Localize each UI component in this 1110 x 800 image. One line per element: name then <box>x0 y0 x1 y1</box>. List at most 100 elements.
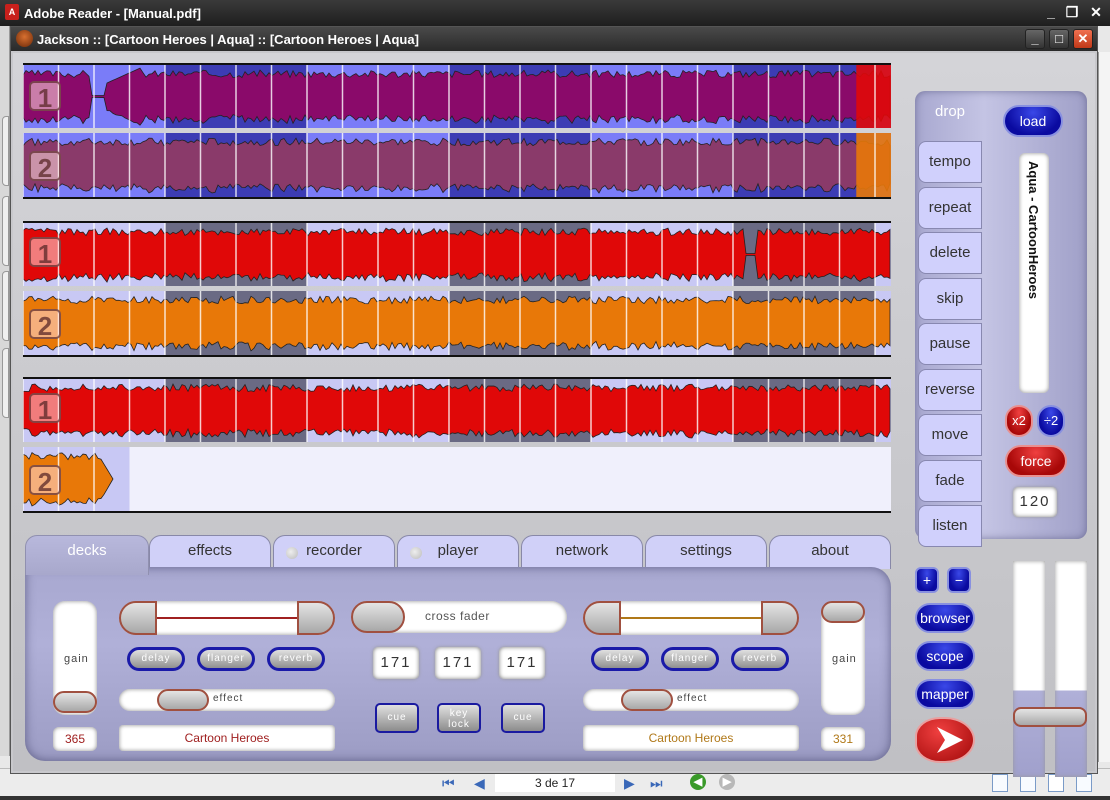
go-back-icon[interactable]: ◀ <box>690 774 706 790</box>
next-page-icon[interactable]: ▶ <box>624 775 635 791</box>
beat-b-track-1[interactable]: 1 <box>23 379 891 442</box>
left-cue-button[interactable]: cue <box>375 703 419 733</box>
right-effect-slider[interactable]: effect <box>583 689 799 711</box>
playhead-region <box>856 65 891 128</box>
overview-track-1[interactable]: 1 <box>23 65 891 128</box>
right-loop-start-handle[interactable] <box>583 601 621 635</box>
overview-track-2[interactable]: 2 <box>23 133 891 197</box>
go-forward-icon[interactable]: ▶ <box>719 774 735 790</box>
left-gain-handle[interactable] <box>53 691 97 713</box>
tab-player[interactable]: player <box>397 535 519 569</box>
status-led-icon <box>286 547 298 559</box>
zoom-in-button[interactable]: + <box>915 567 939 593</box>
cross-fader[interactable]: cross fader <box>351 601 567 633</box>
command-tempo[interactable]: tempo <box>918 141 982 183</box>
command-fade[interactable]: fade <box>918 459 982 502</box>
left-gain-value: 365 <box>53 727 97 751</box>
tab-settings[interactable]: settings <box>645 535 767 569</box>
tab-about[interactable]: about <box>769 535 891 569</box>
previous-page-icon[interactable]: ◀ <box>474 775 485 791</box>
outer-minimize-button[interactable]: _ <box>1041 3 1061 23</box>
right-flanger-button[interactable]: flanger <box>661 647 719 671</box>
command-skip[interactable]: skip <box>918 277 982 320</box>
beat-b-track-2[interactable]: 2 <box>23 447 891 511</box>
status-led-icon <box>410 547 422 559</box>
adobe-reader-icon: A <box>5 4 19 20</box>
single-page-view-icon[interactable] <box>992 774 1008 792</box>
tab-label: network <box>555 542 609 559</box>
tab-decks[interactable]: decks <box>25 535 149 575</box>
drop-zone[interactable]: drop <box>917 93 983 135</box>
pane-tab-bookmarks[interactable] <box>2 196 9 266</box>
loaded-track-title: Aqua - CartoonHeroes <box>1019 153 1049 393</box>
tab-effects[interactable]: effects <box>149 535 271 569</box>
beat-a-track-1[interactable]: 1 <box>23 223 891 286</box>
tab-network[interactable]: network <box>521 535 643 569</box>
track-1-badge: 1 <box>29 237 61 269</box>
beat-b-track-1-waveform <box>23 379 891 442</box>
pane-tab-layers[interactable] <box>2 348 9 418</box>
command-delete[interactable]: delete <box>918 232 982 274</box>
right-gain-label: gain <box>832 653 857 665</box>
left-loop-end-handle[interactable] <box>297 601 335 635</box>
scope-button[interactable]: scope <box>915 641 975 671</box>
tab-recorder[interactable]: recorder <box>273 535 395 569</box>
master-volume-handle[interactable] <box>1013 707 1087 727</box>
right-effect-handle[interactable] <box>621 689 673 711</box>
left-flanger-button[interactable]: flanger <box>197 647 255 671</box>
left-loop-start-handle[interactable] <box>119 601 157 635</box>
track-2-badge: 2 <box>29 151 61 183</box>
right-reverb-button[interactable]: reverb <box>731 647 789 671</box>
right-loop-range[interactable] <box>583 601 799 635</box>
left-bpm-display: 171 <box>373 647 419 679</box>
jackson-window: Jackson :: [Cartoon Heroes | Aqua] :: [C… <box>10 26 1098 777</box>
browser-button[interactable]: browser <box>915 603 975 633</box>
command-listen[interactable]: listen <box>918 505 982 547</box>
command-repeat[interactable]: repeat <box>918 186 982 229</box>
first-page-icon[interactable]: ⏮ <box>442 775 455 791</box>
tab-label: decks <box>67 542 107 559</box>
load-button[interactable]: load <box>1003 105 1063 137</box>
page-number-field[interactable]: 3 de 17 <box>495 774 615 792</box>
right-loop-end-handle[interactable] <box>761 601 799 635</box>
left-loop-range[interactable] <box>119 601 335 635</box>
waveform-shape <box>23 295 891 352</box>
left-gain-label: gain <box>64 653 89 665</box>
half-tempo-button[interactable]: ÷2 <box>1037 405 1065 437</box>
beat-waveform-panel-a[interactable]: 1 2 <box>23 221 891 357</box>
beat-a-track-2[interactable]: 2 <box>23 291 891 355</box>
cross-fader-handle[interactable] <box>351 601 405 633</box>
app-close-button[interactable]: ✕ <box>1073 29 1093 49</box>
command-move[interactable]: move <box>918 414 982 456</box>
pane-tab-pages[interactable] <box>2 116 9 186</box>
left-delay-button[interactable]: delay <box>127 647 185 671</box>
command-reverse[interactable]: reverse <box>918 368 982 411</box>
right-gain-slider[interactable]: gain <box>821 601 865 715</box>
right-delay-button[interactable]: delay <box>591 647 649 671</box>
outer-restore-button[interactable]: ❐ <box>1062 3 1082 23</box>
mapper-button[interactable]: mapper <box>915 679 975 709</box>
left-gain-slider[interactable]: gain <box>53 601 97 715</box>
force-button[interactable]: force <box>1005 445 1067 477</box>
last-page-icon[interactable]: ⏭ <box>650 775 663 791</box>
left-effect-handle[interactable] <box>157 689 209 711</box>
zoom-out-button[interactable]: − <box>947 567 971 593</box>
command-pause[interactable]: pause <box>918 323 982 365</box>
waveform-shape <box>23 67 891 126</box>
outer-close-button[interactable]: ✕ <box>1086 3 1106 23</box>
key-lock-button[interactable]: key lock <box>437 703 481 733</box>
double-tempo-button[interactable]: x2 <box>1005 405 1033 437</box>
track-1-badge: 1 <box>29 393 61 425</box>
right-gain-handle[interactable] <box>821 601 865 623</box>
overview-waveform-panel[interactable]: 1 2 <box>23 63 891 199</box>
left-effect-slider[interactable]: effect <box>119 689 335 711</box>
pane-tab-signatures[interactable] <box>2 271 9 341</box>
play-button[interactable] <box>915 717 975 763</box>
pdf-vertical-scrollbar[interactable] <box>1098 52 1110 762</box>
bpm-input[interactable]: 120 <box>1013 487 1057 517</box>
right-cue-button[interactable]: cue <box>501 703 545 733</box>
app-minimize-button[interactable]: _ <box>1025 29 1045 49</box>
app-maximize-button[interactable]: □ <box>1049 29 1069 49</box>
left-reverb-button[interactable]: reverb <box>267 647 325 671</box>
beat-waveform-panel-b[interactable]: 1 2 <box>23 377 891 513</box>
